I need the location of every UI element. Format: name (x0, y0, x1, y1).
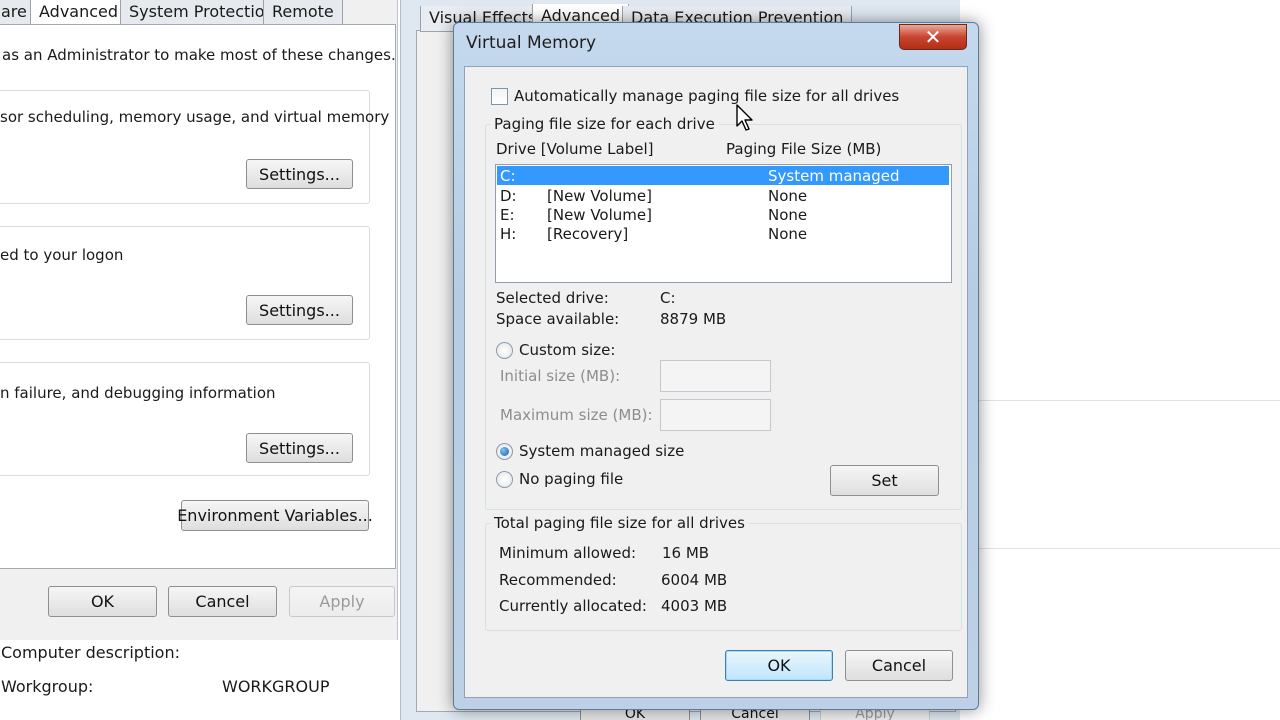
custom-size-radio[interactable] (496, 342, 513, 359)
auto-manage-label[interactable]: Automatically manage paging file size fo… (514, 87, 899, 105)
drive-volume-label: [Recovery] (547, 225, 629, 243)
workgroup-value: WORKGROUP (222, 677, 330, 696)
set-button[interactable]: Set (830, 465, 939, 496)
performance-settings-button[interactable]: Settings... (246, 159, 353, 189)
min-allowed-label: Minimum allowed: (499, 544, 637, 562)
divider (975, 400, 1280, 401)
drive-row-c[interactable]: C: System managed (497, 166, 949, 185)
tab-label: are (1, 2, 27, 21)
mouse-pointer-icon (736, 104, 753, 131)
drive-row-e[interactable]: E: [New Volume] None (497, 205, 949, 224)
sysprops-apply-button[interactable]: Apply (289, 586, 395, 617)
total-paging-legend: Total paging file size for all drives (490, 514, 749, 532)
vm-ok-button[interactable]: OK (725, 650, 833, 681)
admin-notice: as an Administrator to make most of thes… (2, 46, 396, 64)
background-explorer-pane (975, 0, 1280, 720)
sysprops-cancel-button[interactable]: Cancel (168, 586, 277, 617)
startup-recovery-description: n failure, and debugging information (0, 384, 276, 402)
vm-cancel-button[interactable]: Cancel (845, 650, 953, 681)
column-size-header: Paging File Size (MB) (726, 140, 882, 158)
recommended-label: Recommended: (499, 571, 617, 589)
divider (975, 548, 1280, 549)
selected-drive-value: C: (660, 289, 676, 307)
initial-size-input[interactable] (660, 360, 771, 392)
workgroup-label: Workgroup: (1, 677, 94, 696)
sysprops-ok-button[interactable]: OK (48, 586, 157, 617)
tab-label: System Protection (129, 2, 275, 21)
drive-letter: E: (500, 206, 515, 224)
selected-drive-label: Selected drive: (496, 289, 609, 307)
drive-volume-label: [New Volume] (547, 187, 652, 205)
user-profiles-settings-button[interactable]: Settings... (246, 295, 353, 325)
drive-row-d[interactable]: D: [New Volume] None (497, 186, 949, 205)
tab-remote[interactable]: Remote (263, 0, 343, 26)
drive-volume-label: [New Volume] (547, 206, 652, 224)
computer-info-panel: Computer description: Workgroup: WORKGRO… (0, 640, 398, 720)
min-allowed-value: 16 MB (662, 544, 710, 562)
maximum-size-label: Maximum size (MB): (500, 406, 653, 424)
space-available-value: 8879 MB (660, 310, 727, 328)
drive-letter: C: (500, 167, 516, 185)
drive-paging-size: None (768, 206, 808, 224)
performance-description: sor scheduling, memory usage, and virtua… (0, 108, 390, 126)
drive-paging-size: None (768, 187, 808, 205)
no-paging-file-radio[interactable] (496, 471, 513, 488)
recommended-value: 6004 MB (661, 571, 728, 589)
initial-size-label: Initial size (MB): (500, 367, 621, 385)
currently-allocated-label: Currently allocated: (499, 597, 647, 615)
user-profiles-description: ed to your logon (0, 246, 124, 264)
computer-description-label: Computer description: (1, 643, 180, 662)
system-properties-window: are Advanced System Protection Remote as… (0, 0, 398, 640)
system-managed-radio[interactable] (496, 443, 513, 460)
tab-label: Remote (272, 2, 334, 21)
drive-row-h[interactable]: H: [Recovery] None (497, 224, 949, 243)
drive-paging-size: None (768, 225, 808, 243)
dialog-title: Virtual Memory (466, 33, 597, 53)
system-managed-label[interactable]: System managed size (519, 442, 684, 460)
space-available-label: Space available: (496, 310, 620, 328)
tab-system-protection[interactable]: System Protection (120, 0, 284, 26)
auto-manage-checkbox[interactable] (491, 88, 508, 105)
maximum-size-input[interactable] (660, 399, 771, 431)
startup-recovery-settings-button[interactable]: Settings... (246, 433, 353, 463)
drive-letter: H: (500, 225, 517, 243)
currently-allocated-value: 4003 MB (661, 597, 728, 615)
close-icon: ✕ (924, 25, 942, 49)
close-button[interactable]: ✕ (899, 24, 967, 50)
custom-size-label[interactable]: Custom size: (519, 341, 615, 359)
tab-label: Advanced (39, 2, 119, 21)
each-drive-legend: Paging file size for each drive (490, 115, 719, 133)
environment-variables-button[interactable]: Environment Variables... (177, 500, 373, 531)
no-paging-file-label[interactable]: No paging file (519, 470, 623, 488)
drive-paging-size: System managed (768, 167, 900, 185)
column-drive-header: Drive [Volume Label] (496, 140, 654, 158)
drive-letter: D: (500, 187, 517, 205)
